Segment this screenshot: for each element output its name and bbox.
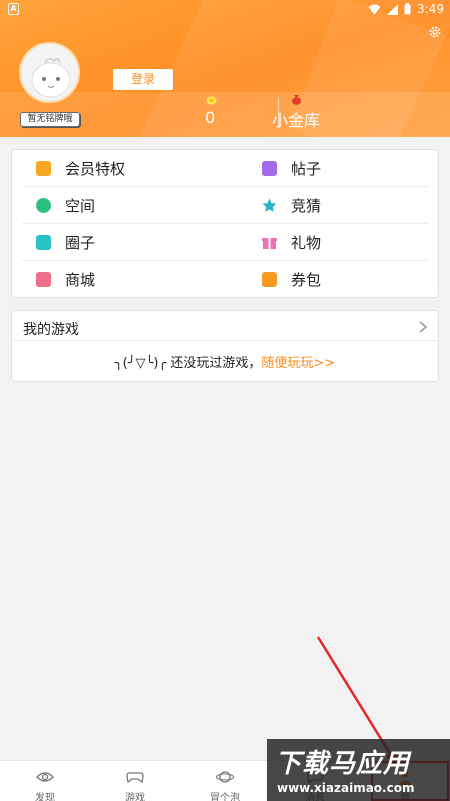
menu-item-label: 会员特权 bbox=[65, 159, 126, 178]
menu-item-vip[interactable]: 会员特权 bbox=[36, 150, 226, 186]
my-games-card: 我的游戏 ╮(╯▽╰)╭ 还没玩过游戏，随便玩玩>> bbox=[11, 310, 439, 382]
watermark-url: www.xiazaimao.com bbox=[277, 781, 415, 795]
vault-link[interactable]: 小金库 bbox=[272, 107, 320, 131]
store-icon bbox=[36, 271, 51, 287]
status-indicators: 3:49 bbox=[368, 2, 444, 16]
tab-games[interactable]: 游戏 bbox=[90, 761, 180, 801]
tab-label: 冒个泡 bbox=[210, 793, 240, 801]
menu-item-label: 商城 bbox=[65, 270, 96, 289]
menu-item-gift[interactable]: 礼物 bbox=[262, 224, 450, 260]
coin-count[interactable]: 0 bbox=[205, 108, 215, 127]
games-empty-state: ╮(╯▽╰)╭ 还没玩过游戏，随便玩玩>> bbox=[12, 352, 438, 371]
tab-bubble[interactable]: 冒个泡 bbox=[180, 761, 270, 801]
menu-item-label: 圈子 bbox=[65, 233, 96, 252]
menu-item-store[interactable]: 商城 bbox=[36, 261, 226, 297]
clock: 3:49 bbox=[417, 2, 444, 16]
menu-item-quiz[interactable]: 竞猜 bbox=[262, 187, 450, 223]
nameplate-badge: 暂无铭牌哦 bbox=[20, 112, 80, 127]
space-icon bbox=[36, 197, 51, 213]
crown-icon bbox=[36, 160, 51, 176]
circle-icon bbox=[36, 234, 51, 250]
play-randomly-link[interactable]: 随便玩玩>> bbox=[261, 356, 335, 371]
coin-icon bbox=[206, 96, 217, 105]
money-bag-icon bbox=[292, 95, 301, 105]
notification-icon: A bbox=[8, 3, 19, 15]
watermark: 下载马应用 www.xiazaimao.com bbox=[267, 739, 450, 801]
settings-icon[interactable] bbox=[428, 25, 442, 39]
gamepad-icon bbox=[126, 772, 144, 784]
watermark-title: 下载马应用 bbox=[275, 749, 411, 779]
empty-message: 还没玩过游戏， bbox=[170, 356, 262, 371]
star-icon bbox=[262, 198, 277, 212]
menu-item-circle[interactable]: 圈子 bbox=[36, 224, 226, 260]
menu-item-label: 礼物 bbox=[291, 233, 322, 252]
eye-icon bbox=[36, 772, 54, 782]
menu-item-coupons[interactable]: 券包 bbox=[262, 261, 450, 297]
games-divider bbox=[12, 340, 438, 341]
menu-item-label: 空间 bbox=[65, 196, 96, 215]
tab-discover[interactable]: 发现 bbox=[0, 761, 90, 801]
tab-label: 发现 bbox=[35, 793, 55, 801]
signal-icon bbox=[387, 3, 399, 15]
empty-emoticon: ╮(╯▽╰)╭ bbox=[114, 356, 167, 371]
login-button[interactable]: 登录 bbox=[113, 69, 173, 90]
menu-item-label: 券包 bbox=[291, 270, 322, 289]
note-icon bbox=[262, 160, 277, 176]
avatar[interactable] bbox=[19, 42, 80, 103]
menu-item-space[interactable]: 空间 bbox=[36, 187, 226, 223]
gift-icon bbox=[262, 237, 277, 249]
planet-icon bbox=[216, 771, 234, 783]
tab-label: 游戏 bbox=[125, 793, 145, 801]
menu-item-label: 竞猜 bbox=[291, 196, 322, 215]
feature-menu: 会员特权 帖子 空间 竞猜 圈子 礼物 商城 券包 bbox=[11, 149, 439, 298]
status-bar: A 3:49 bbox=[0, 0, 450, 20]
wifi-icon bbox=[368, 4, 381, 14]
battery-icon bbox=[404, 3, 411, 15]
coupon-icon bbox=[262, 271, 277, 287]
menu-item-label: 帖子 bbox=[291, 159, 322, 178]
my-games-title[interactable]: 我的游戏 bbox=[23, 319, 79, 339]
chevron-right-icon[interactable] bbox=[418, 321, 428, 333]
menu-item-posts[interactable]: 帖子 bbox=[262, 150, 450, 186]
